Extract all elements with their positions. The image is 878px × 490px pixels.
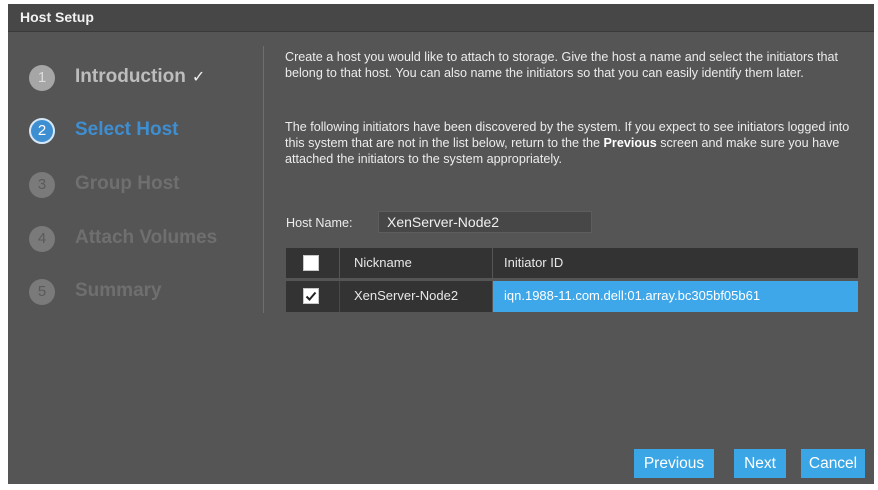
host-setup-dialog: Host Setup 1 Introduction ✓ 2 Select Host… (8, 4, 874, 484)
table-row[interactable]: XenServer-Node2 iqn.1988-11.com.dell:01.… (286, 281, 858, 312)
dialog-titlebar: Host Setup (8, 4, 874, 32)
intro-text: Create a host you would like to attach t… (285, 50, 839, 80)
wizard-steps: 1 Introduction ✓ 2 Select Host 3 Group Ho… (8, 32, 264, 332)
next-button[interactable]: Next (734, 449, 786, 478)
step-number-4: 4 (29, 226, 55, 252)
step-label-introduction: Introduction (75, 66, 186, 87)
previous-button[interactable]: Previous (634, 449, 714, 478)
select-all-checkbox[interactable] (303, 255, 319, 271)
step-complete-check-icon: ✓ (191, 69, 206, 86)
host-name-input[interactable] (378, 211, 592, 233)
step-label-attach-volumes: Attach Volumes (75, 227, 218, 248)
select-all-cell (286, 248, 339, 278)
dialog-title: Host Setup (20, 9, 94, 25)
step-number-1: 1 (29, 65, 55, 91)
step-label-summary: Summary (75, 280, 162, 301)
column-header-initiator-id[interactable]: Initiator ID (492, 248, 858, 278)
steps-divider (263, 46, 264, 313)
column-header-nickname[interactable]: Nickname (339, 248, 492, 278)
previous-emphasis: Previous (603, 136, 657, 150)
row-initiator-id: iqn.1988-11.com.dell:01.array.bc305bf05b… (492, 281, 858, 312)
checkmark-icon (305, 291, 317, 301)
row-select-cell (286, 281, 339, 312)
table-header: Nickname Initiator ID (286, 248, 858, 278)
host-name-label: Host Name: (286, 216, 353, 230)
cancel-button[interactable]: Cancel (801, 449, 865, 478)
discovered-initiators-text: The following initiators have been disco… (285, 120, 850, 166)
step-number-5: 5 (29, 279, 55, 305)
step-number-2: 2 (29, 118, 55, 144)
step-number-3: 3 (29, 172, 55, 198)
row-nickname[interactable]: XenServer-Node2 (339, 281, 492, 312)
step-label-select-host: Select Host (75, 119, 179, 140)
step-label-group-host: Group Host (75, 173, 180, 194)
row-checkbox[interactable] (303, 288, 319, 304)
